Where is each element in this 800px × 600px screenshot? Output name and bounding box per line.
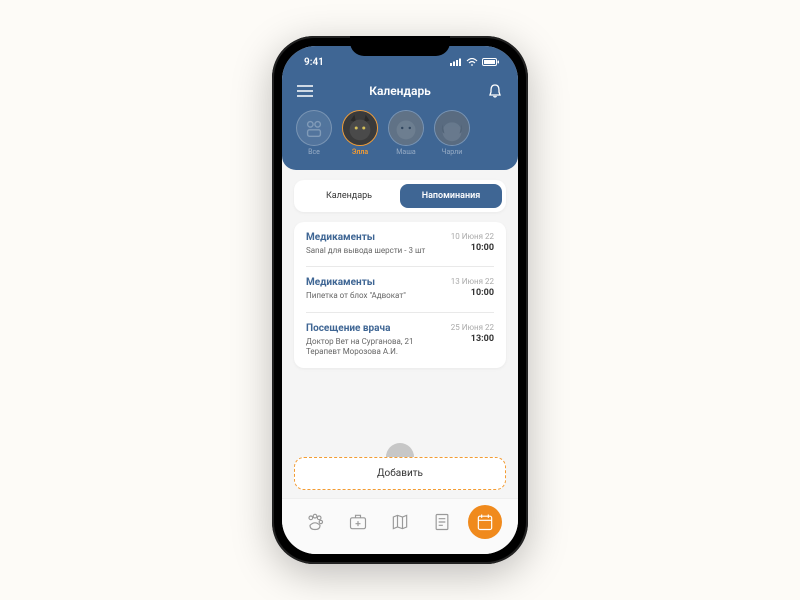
tab-calendar[interactable]: Календарь [298, 184, 400, 208]
pet-label: Все [308, 148, 320, 156]
status-indicators [450, 58, 500, 66]
avatar [388, 110, 424, 146]
notifications-button[interactable] [486, 82, 504, 100]
pet-selector: Все Элла Маша Чарли [282, 110, 518, 156]
pet-label: Маша [396, 148, 415, 156]
list-item[interactable]: Медикаменты Пипетка от блох "Адвокат" 13… [306, 267, 494, 312]
header: Календарь Все Элла Маша [282, 78, 518, 170]
map-icon [390, 512, 410, 532]
wifi-icon [466, 58, 478, 66]
calendar-icon [475, 512, 495, 532]
reminder-description: Sanal для вывода шерсти - 3 шт [306, 246, 443, 256]
list-item[interactable]: Посещение врача Доктор Вет на Сурганова,… [306, 313, 494, 368]
reminder-description: Пипетка от блох "Адвокат" [306, 291, 443, 301]
menu-button[interactable] [296, 82, 314, 100]
page-title: Календарь [369, 84, 431, 98]
battery-icon [482, 58, 500, 66]
pet-label: Чарли [442, 148, 463, 156]
reminder-date: 10 Июня 22 [451, 232, 494, 241]
bell-icon [487, 83, 503, 99]
view-tabs: Календарь Напоминания [294, 180, 506, 212]
avatar [342, 110, 378, 146]
reminder-title: Медикаменты [306, 277, 443, 288]
nav-pets[interactable] [298, 505, 332, 539]
nav-notes[interactable] [425, 505, 459, 539]
notch [350, 36, 450, 56]
reminder-time: 10:00 [451, 288, 494, 298]
status-time: 9:41 [304, 57, 324, 68]
list-item[interactable]: Медикаменты Sanal для вывода шерсти - 3 … [306, 222, 494, 267]
pet-masha[interactable]: Маша [388, 110, 424, 156]
reminder-date: 13 Июня 22 [451, 277, 494, 286]
reminder-title: Посещение врача [306, 323, 443, 334]
content-area: Календарь Напоминания Медикаменты Sanal … [282, 170, 518, 498]
reminder-time: 10:00 [451, 243, 494, 253]
pet-label: Элла [352, 148, 368, 156]
signal-icon [450, 58, 462, 66]
screen: 9:41 Календарь Все [282, 46, 518, 554]
pet-all[interactable]: Все [296, 110, 332, 156]
reminder-list: Медикаменты Sanal для вывода шерсти - 3 … [294, 222, 506, 368]
document-icon [432, 512, 452, 532]
nav-map[interactable] [383, 505, 417, 539]
pet-charlie[interactable]: Чарли [434, 110, 470, 156]
pet-ella[interactable]: Элла [342, 110, 378, 156]
reminder-description: Доктор Вет на Сурганова, 21 Терапевт Мор… [306, 337, 443, 358]
medkit-icon [348, 512, 368, 532]
bottom-nav [282, 498, 518, 554]
reminder-time: 13:00 [451, 334, 494, 344]
nav-calendar[interactable] [468, 505, 502, 539]
tab-reminders[interactable]: Напоминания [400, 184, 502, 208]
reminder-title: Медикаменты [306, 232, 443, 243]
hamburger-icon [297, 85, 313, 97]
paw-icon [305, 512, 325, 532]
avatar [434, 110, 470, 146]
phone-frame: 9:41 Календарь Все [272, 36, 528, 564]
add-button[interactable]: Добавить [294, 457, 506, 490]
reminder-date: 25 Июня 22 [451, 323, 494, 332]
nav-health[interactable] [341, 505, 375, 539]
